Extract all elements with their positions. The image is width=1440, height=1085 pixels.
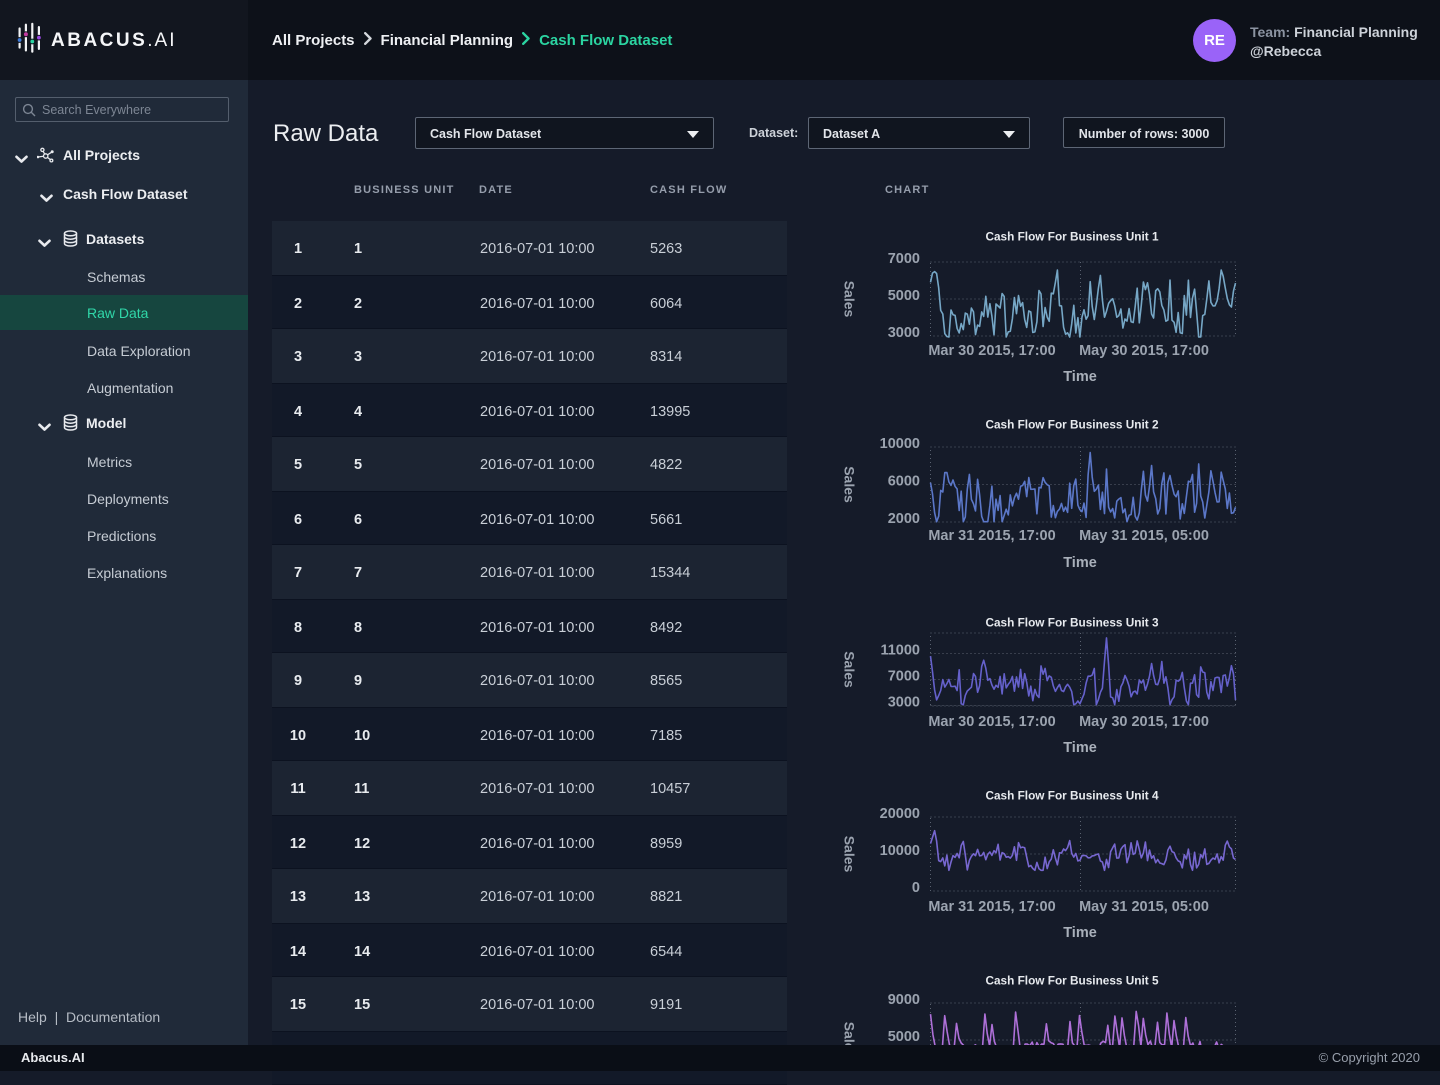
svg-text:Mar 31 2015, 17:00: Mar 31 2015, 17:00 — [928, 899, 1055, 915]
svg-text:Mar 31 2015, 17:00: Mar 31 2015, 17:00 — [928, 528, 1055, 544]
svg-text:7000: 7000 — [888, 251, 920, 267]
svg-text:Sales: Sales — [842, 466, 858, 503]
svg-text:May 30 2015, 17:00: May 30 2015, 17:00 — [1079, 714, 1209, 730]
svg-text:10000: 10000 — [880, 843, 920, 859]
svg-text:2000: 2000 — [888, 511, 920, 527]
svg-text:0: 0 — [912, 880, 920, 896]
svg-text:Time: Time — [1063, 740, 1097, 756]
svg-text:Time: Time — [1063, 369, 1097, 385]
svg-text:Sales: Sales — [842, 836, 858, 873]
svg-text:3000: 3000 — [888, 695, 920, 711]
svg-text:3000: 3000 — [888, 325, 920, 341]
svg-text:11000: 11000 — [880, 643, 920, 659]
svg-text:Cash Flow For Business Unit 1: Cash Flow For Business Unit 1 — [985, 230, 1158, 244]
svg-text:Mar 30 2015, 17:00: Mar 30 2015, 17:00 — [928, 714, 1055, 730]
svg-text:Cash Flow For Business Unit 3: Cash Flow For Business Unit 3 — [985, 616, 1158, 630]
svg-text:5000: 5000 — [888, 1029, 920, 1045]
svg-text:Cash Flow For Business Unit 5: Cash Flow For Business Unit 5 — [985, 974, 1158, 988]
svg-text:20000: 20000 — [880, 806, 920, 822]
svg-text:Sales: Sales — [842, 651, 858, 688]
svg-text:May 31 2015, 05:00: May 31 2015, 05:00 — [1079, 899, 1209, 915]
svg-text:Cash Flow For Business Unit 4: Cash Flow For Business Unit 4 — [985, 789, 1158, 803]
svg-text:9000: 9000 — [888, 992, 920, 1008]
svg-text:Mar 30 2015, 17:00: Mar 30 2015, 17:00 — [928, 343, 1055, 359]
svg-text:10000: 10000 — [880, 436, 920, 452]
svg-text:Time: Time — [1063, 555, 1097, 571]
svg-text:May 30 2015, 17:00: May 30 2015, 17:00 — [1079, 343, 1209, 359]
svg-text:5000: 5000 — [888, 288, 920, 304]
svg-text:Time: Time — [1063, 925, 1097, 941]
svg-text:May 31 2015, 05:00: May 31 2015, 05:00 — [1079, 528, 1209, 544]
svg-text:6000: 6000 — [888, 474, 920, 490]
svg-text:7000: 7000 — [888, 669, 920, 685]
svg-text:Cash Flow For Business Unit 2: Cash Flow For Business Unit 2 — [985, 418, 1158, 432]
svg-text:Sales: Sales — [842, 281, 858, 318]
